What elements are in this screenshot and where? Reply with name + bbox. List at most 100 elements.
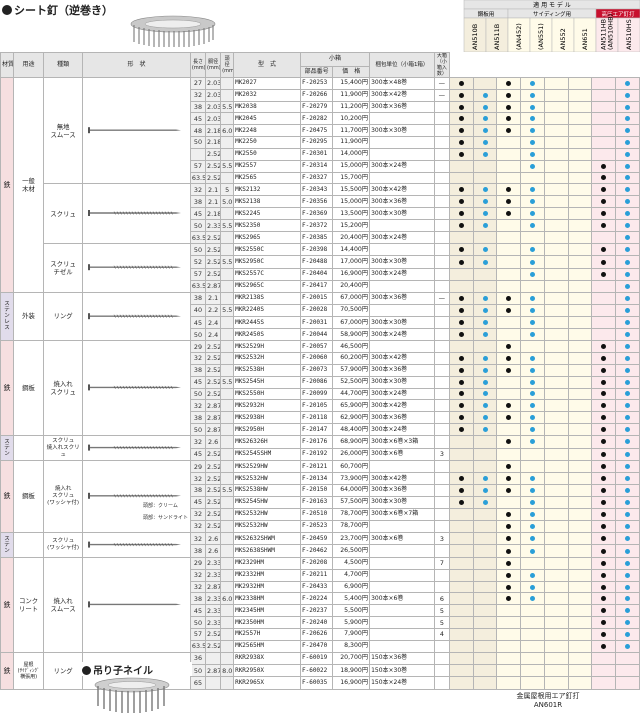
length-cell: 63.5 [189, 279, 207, 293]
bigbox-cell [433, 472, 450, 485]
nail-shape-cell [82, 183, 191, 245]
compat-cell [543, 519, 569, 533]
compat-cell [543, 303, 569, 317]
head-cell [220, 434, 235, 449]
compat-cell [472, 399, 498, 413]
material-cell: 鉄 [0, 651, 14, 690]
compat-cell [591, 136, 617, 149]
compat-dot-icon [458, 415, 464, 421]
bigbox-cell [433, 495, 450, 509]
compat-dot-icon [601, 631, 607, 637]
compat-cell [448, 100, 474, 114]
compat-dot-icon [529, 596, 535, 602]
compat-cell [615, 447, 640, 462]
part-number-cell: F-20266 [299, 88, 334, 102]
head-cell [220, 495, 235, 509]
compat-cell [567, 531, 593, 546]
compat-cell [567, 423, 593, 436]
compat-dot-icon [458, 367, 464, 373]
part-number-cell: F-20099 [299, 387, 334, 401]
compat-cell [567, 651, 593, 666]
table-row: 鉄鋼板 焼入れ スクリュ (ワッシャ付) 頭部：クリーム 頭部：サンドライト 29 2.5… [0, 460, 640, 533]
price-cell: 57,500円 [332, 495, 371, 509]
part-number-cell: F-20163 [299, 495, 334, 509]
compat-dot-icon [601, 476, 607, 482]
compat-dot-icon [625, 536, 631, 542]
compat-dot-icon [506, 536, 512, 542]
compat-dot-icon [601, 536, 607, 542]
bigbox-cell [433, 328, 450, 342]
price-cell: 65,900円 [332, 399, 371, 413]
compat-dot-icon [458, 320, 464, 326]
compat-cell [567, 676, 593, 690]
compat-cell [615, 460, 640, 474]
compat-dot-icon [601, 355, 607, 361]
compat-cell [543, 628, 569, 641]
price-cell: 26,000円 [332, 447, 371, 462]
compat-cell [472, 279, 498, 293]
compat-cell [591, 676, 617, 690]
compat-dot-icon [625, 116, 631, 122]
compat-dot-icon [625, 572, 631, 578]
compat-cell [615, 507, 640, 521]
compat-cell [591, 423, 617, 436]
shank-cell: 2.52 [205, 147, 222, 161]
bigbox-cell [433, 399, 450, 413]
compat-dot-icon [625, 139, 631, 145]
compat-cell [496, 531, 522, 546]
compat-dot-icon [458, 391, 464, 397]
compat-cell [520, 676, 545, 690]
type-cell: MK2248 [233, 124, 301, 138]
compat-cell [448, 136, 474, 149]
compat-dot-icon [601, 187, 607, 193]
bigbox-cell: 4 [433, 628, 450, 641]
nail-shape-cell [82, 434, 191, 462]
shank-cell: 2.03 [205, 77, 222, 90]
compat-cell [448, 219, 474, 233]
bigbox-cell [433, 303, 450, 317]
compat-cell [520, 171, 545, 185]
price-cell: 7,900円 [332, 628, 371, 641]
kind-cell: 焼入れ スクリュ (ワッシャ付) [43, 460, 83, 533]
compat-cell [543, 375, 569, 389]
compat-cell [591, 399, 617, 413]
compat-dot-icon [625, 476, 631, 482]
compat-dot-icon [625, 92, 631, 98]
use-cell [12, 434, 45, 462]
compat-cell [591, 112, 617, 126]
compat-dot-icon [601, 560, 607, 566]
compat-cell [567, 507, 593, 521]
compat-dot-icon [506, 199, 512, 205]
head-cell [220, 519, 235, 533]
compat-dot-icon [506, 211, 512, 217]
price-cell: 11,200円 [332, 100, 371, 114]
compat-cell [591, 604, 617, 618]
compat-dot-icon [506, 355, 512, 361]
compat-dot-icon [458, 187, 464, 193]
head-cell [220, 231, 235, 245]
compat-cell [472, 495, 498, 509]
compat-cell [543, 484, 569, 497]
pack-cell: 300本×48巻 [369, 77, 435, 90]
compat-dot-icon [529, 523, 535, 529]
type-cell: MKR2445S [233, 315, 301, 330]
compat-dot-icon [482, 391, 488, 397]
compat-cell [520, 219, 545, 233]
pack-cell [369, 243, 435, 257]
part-number-cell: F-20057 [299, 340, 334, 354]
length-cell: 38 [189, 592, 207, 606]
compat-dot-icon [506, 80, 512, 86]
type-cell: MKS2529H [233, 340, 301, 354]
price-cell: 46,500円 [332, 340, 371, 354]
compat-dot-icon [601, 403, 607, 409]
compat-dot-icon [458, 223, 464, 229]
compat-cell [520, 77, 545, 90]
head-cell [220, 340, 235, 354]
compat-cell [615, 639, 640, 653]
head-cell [220, 628, 235, 641]
pack-cell [369, 171, 435, 185]
col-big: 大箱（小箱入数） [433, 52, 450, 78]
compat-cell [615, 100, 640, 114]
head-cell [220, 472, 235, 485]
compat-cell [543, 495, 569, 509]
